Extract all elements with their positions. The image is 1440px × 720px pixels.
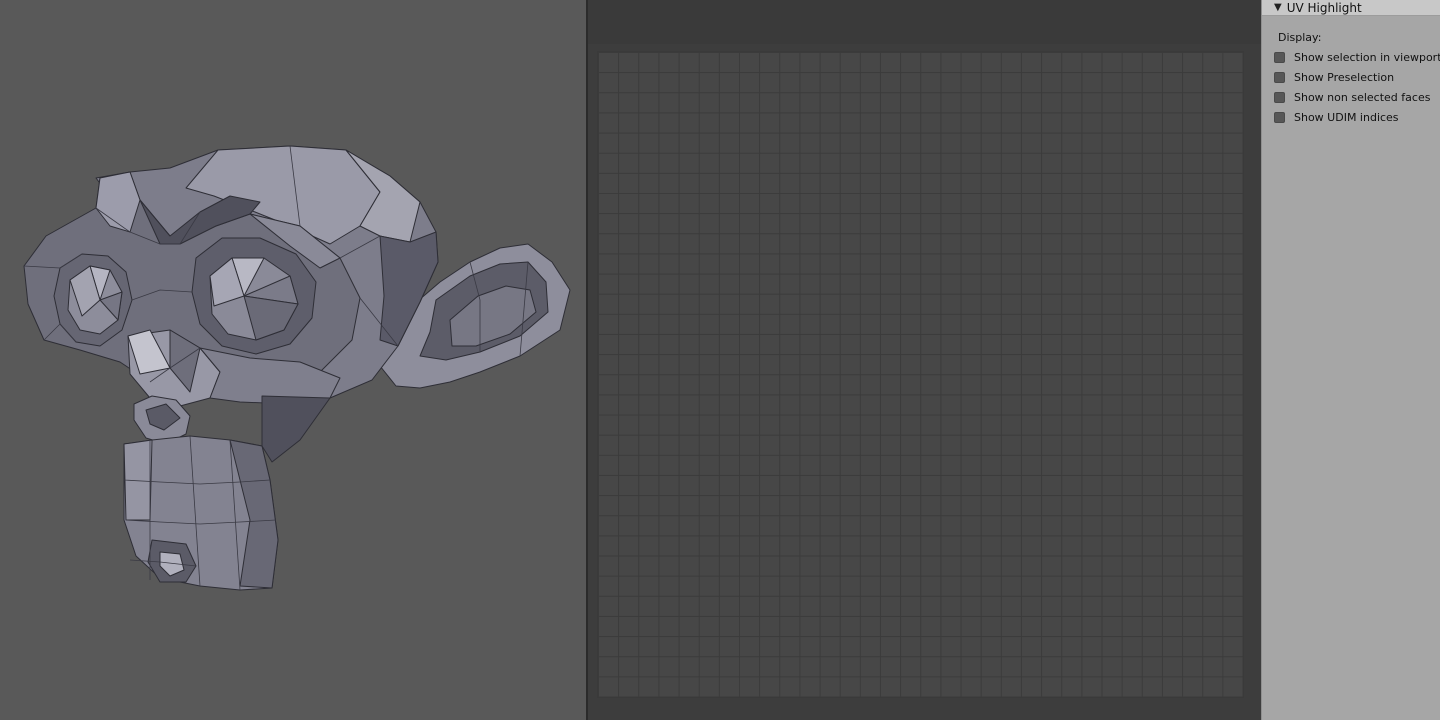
option-label: Show non selected faces: [1294, 90, 1431, 104]
uv-editor-header: [588, 0, 1261, 44]
checkbox[interactable]: [1274, 51, 1285, 63]
3d-viewport[interactable]: [0, 0, 586, 720]
option-show-preselection[interactable]: Show Preselection: [1274, 70, 1394, 84]
monkey-mesh-icon[interactable]: [0, 0, 586, 720]
checkbox[interactable]: [1274, 71, 1285, 83]
uv-editor[interactable]: [588, 0, 1261, 720]
display-label: Display:: [1278, 31, 1322, 44]
option-show-selection-in-viewport[interactable]: Show selection in viewport: [1274, 50, 1440, 64]
panel-title: UV Highlight: [1286, 0, 1362, 15]
uv-grid[interactable]: [598, 52, 1243, 697]
option-show-non-selected-faces[interactable]: Show non selected faces: [1274, 90, 1430, 104]
triangle-down-icon[interactable]: ▼: [1274, 2, 1282, 13]
blender-window: ▼ UV Highlight Display: Show selection i…: [0, 0, 1440, 720]
option-label: Show Preselection: [1294, 70, 1395, 84]
checkbox[interactable]: [1274, 111, 1285, 123]
sidebar-panel: ▼ UV Highlight Display: Show selection i…: [1261, 0, 1440, 720]
option-label: Show selection in viewport: [1294, 50, 1440, 64]
uv-highlight-panel-header[interactable]: ▼ UV Highlight: [1262, 0, 1440, 16]
checkbox[interactable]: [1274, 91, 1285, 103]
option-show-udim-indices[interactable]: Show UDIM indices: [1274, 110, 1399, 124]
option-label: Show UDIM indices: [1294, 110, 1399, 124]
